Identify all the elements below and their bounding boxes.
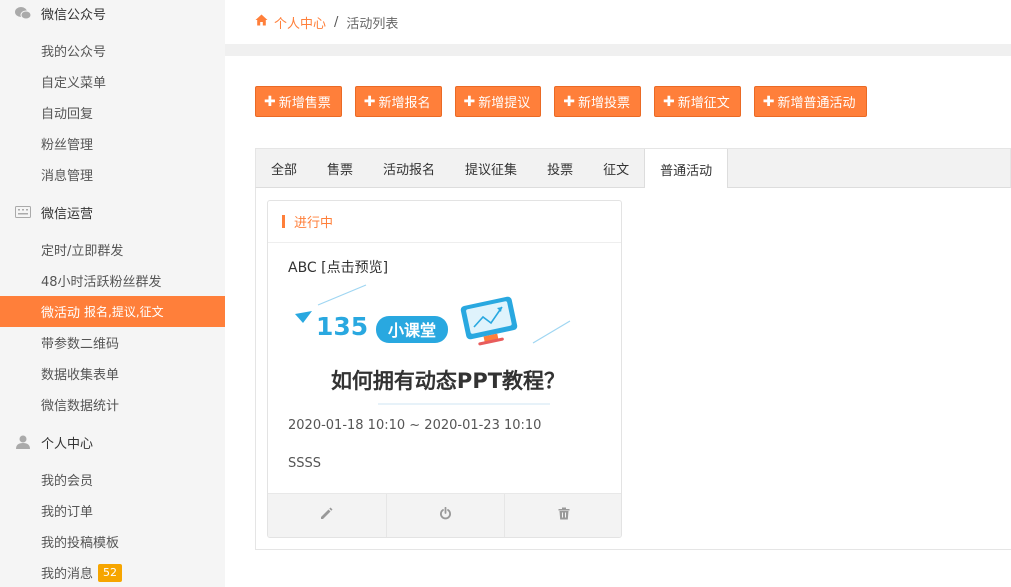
sidebar-item-my-messages[interactable]: 我的消息 52 (0, 557, 225, 587)
wechat-icon (15, 6, 31, 20)
breadcrumb-separator: / (334, 14, 339, 30)
sidebar-item-wechat-stats[interactable]: 微信数据统计 (0, 389, 225, 420)
sidebar-item-fans[interactable]: 粉丝管理 (0, 128, 225, 159)
sidebar-item-members[interactable]: 我的会员 (0, 464, 225, 495)
breadcrumb-current: 活动列表 (346, 16, 399, 32)
sidebar-item-data-forms[interactable]: 数据收集表单 (0, 358, 225, 389)
sidebar-group-wechat[interactable]: 微信公众号 (0, 0, 225, 28)
tab-proposals[interactable]: 提议征集 (450, 149, 532, 188)
tab-all[interactable]: 全部 (256, 149, 312, 188)
sidebar-item-label: 微信数据统计 (41, 399, 120, 414)
tab-tickets[interactable]: 售票 (312, 149, 368, 188)
user-icon (15, 435, 31, 449)
sidebar-item-templates[interactable]: 我的投稿模板 (0, 526, 225, 557)
power-icon (439, 506, 452, 524)
activity-tabs: 全部 售票 活动报名 提议征集 投票 征文 普通活动 (255, 148, 1011, 189)
add-essay-button[interactable]: ✚ 新增征文 (654, 86, 741, 117)
home-icon[interactable] (255, 14, 268, 30)
toggle-power-button[interactable] (387, 494, 506, 537)
main-panel: ✚ 新增售票 ✚ 新增报名 ✚ 新增提议 ✚ 新增投票 ✚ 新增征文 ✚ 新增普通活动 全部… (225, 56, 1011, 587)
breadcrumb: 个人中心 / 活动列表 (225, 0, 1011, 44)
status-label: 进行中 (294, 216, 334, 231)
button-label: 新增征文 (677, 96, 730, 111)
sidebar-item-qrcode[interactable]: 带参数二维码 (0, 327, 225, 358)
trash-icon (558, 507, 570, 524)
sidebar-item-label: 自动回复 (41, 107, 94, 122)
plus-icon: ✚ (762, 93, 775, 110)
sidebar-item-label: 48小时活跃粉丝群发 (41, 275, 162, 290)
sidebar-item-label: 微活动 (41, 306, 81, 321)
pencil-icon (320, 507, 333, 524)
sidebar-item-label: 消息管理 (41, 169, 94, 184)
sidebar-item-label: 定时/立即群发 (41, 244, 124, 259)
activity-date-range: 2020-01-18 10:10 ~ 2020-01-23 10:10 (288, 418, 542, 433)
add-general-activity-button[interactable]: ✚ 新增普通活动 (753, 86, 867, 117)
sidebar-item-label: 我的投稿模板 (41, 536, 120, 551)
plus-icon: ✚ (363, 93, 376, 110)
delete-button[interactable] (505, 494, 621, 537)
add-vote-button[interactable]: ✚ 新增投票 (554, 86, 641, 117)
sidebar-group-title: 微信公众号 (41, 7, 107, 23)
cover-brand-text: 小课堂 (388, 321, 436, 340)
activity-list: 进行中 ABC [点击预览] 135 小课堂 如何拥有动态PPT教程？ 2020… (255, 188, 1011, 550)
status-marker (282, 215, 285, 228)
activity-title-link[interactable]: ABC [点击预览] (288, 257, 388, 277)
sidebar-group-personal[interactable]: 个人中心 (0, 427, 225, 457)
sidebar-item-my-account[interactable]: 我的公众号 (0, 35, 225, 66)
add-signup-button[interactable]: ✚ 新增报名 (354, 86, 442, 117)
plus-icon: ✚ (264, 93, 276, 110)
sidebar-item-label: 我的公众号 (41, 45, 107, 60)
sidebar-item-label: 我的会员 (41, 474, 94, 489)
sidebar-group-title: 微信运营 (41, 206, 94, 222)
edit-button[interactable] (268, 494, 387, 537)
activity-description: SSSS (288, 456, 322, 471)
cover-brand-number: 135 (316, 312, 368, 341)
sidebar-item-active-fans-broadcast[interactable]: 48小时活跃粉丝群发 (0, 265, 225, 296)
add-proposal-button[interactable]: ✚ 新增提议 (454, 86, 542, 117)
message-count-badge: 52 (98, 563, 123, 582)
breadcrumb-home-link[interactable]: 个人中心 (274, 13, 326, 32)
activity-card: 进行中 ABC [点击预览] 135 小课堂 如何拥有动态PPT教程？ 2020… (267, 200, 622, 538)
button-label: 新增售票 (278, 96, 331, 111)
sidebar-item-label: 自定义菜单 (41, 76, 107, 91)
action-toolbar: ✚ 新增售票 ✚ 新增报名 ✚ 新增提议 ✚ 新增投票 ✚ 新增征文 ✚ 新增普通活动 (255, 86, 880, 117)
button-label: 新增报名 (378, 96, 431, 111)
sidebar-item-custom-menu[interactable]: 自定义菜单 (0, 66, 225, 97)
tab-essays[interactable]: 征文 (588, 149, 644, 188)
keyboard-icon (15, 205, 31, 219)
tab-signup[interactable]: 活动报名 (368, 149, 450, 188)
plus-icon: ✚ (663, 93, 675, 110)
sidebar-item-label: 我的订单 (41, 505, 94, 520)
sidebar-item-label: 带参数二维码 (41, 337, 120, 352)
sidebar-item-broadcast[interactable]: 定时/立即群发 (0, 234, 225, 265)
button-label: 新增投票 (577, 96, 630, 111)
sidebar-item-sublabel: 报名,提议,征文 (84, 305, 164, 319)
sidebar-item-auto-reply[interactable]: 自动回复 (0, 97, 225, 128)
button-label: 新增提议 (478, 96, 531, 111)
add-ticket-button[interactable]: ✚ 新增售票 (255, 86, 342, 117)
sidebar-item-label: 我的消息 (41, 567, 94, 582)
monitor-chart-icon (460, 296, 518, 346)
activity-cover-image[interactable]: 135 小课堂 如何拥有动态PPT教程？ (288, 283, 608, 411)
sidebar-item-micro-activity[interactable]: 微活动 报名,提议,征文 (0, 296, 225, 327)
button-label: 新增普通活动 (777, 96, 856, 111)
plus-icon: ✚ (563, 93, 575, 110)
card-action-bar (268, 493, 621, 537)
cover-headline: 如何拥有动态PPT教程？ (331, 369, 565, 393)
sidebar-group-operations[interactable]: 微信运营 (0, 197, 225, 227)
sidebar: 微信公众号 我的公众号 自定义菜单 自动回复 粉丝管理 消息管理 微信运营 定时… (0, 0, 225, 587)
sidebar-item-label: 数据收集表单 (41, 368, 120, 383)
sidebar-item-label: 粉丝管理 (41, 138, 94, 153)
sidebar-item-messages[interactable]: 消息管理 (0, 159, 225, 190)
sidebar-item-orders[interactable]: 我的订单 (0, 495, 225, 526)
card-header: 进行中 (268, 201, 621, 243)
tab-general[interactable]: 普通活动 (644, 149, 729, 189)
tab-votes[interactable]: 投票 (532, 149, 588, 188)
sidebar-group-title: 个人中心 (41, 436, 94, 452)
plus-icon: ✚ (463, 93, 476, 110)
